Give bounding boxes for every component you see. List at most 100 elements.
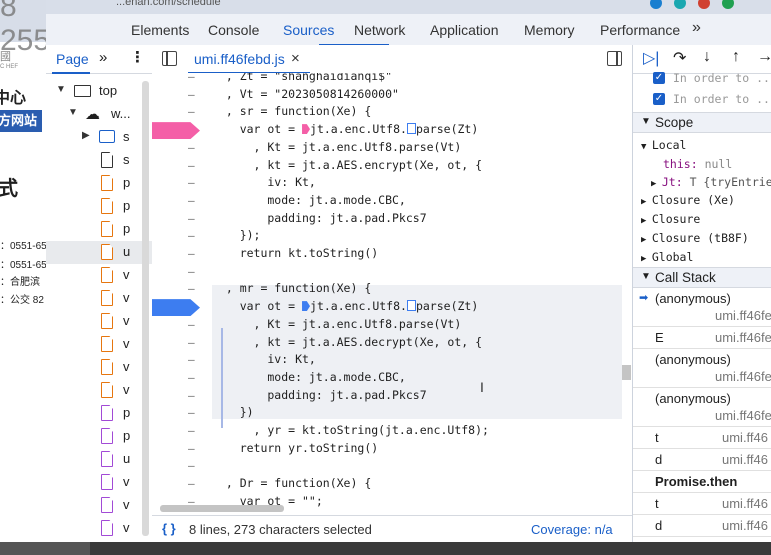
extension-icon[interactable] (674, 0, 686, 9)
tree-item-file[interactable]: v (46, 379, 152, 402)
inline-breakpoint-icon[interactable] (406, 300, 416, 312)
scope-global[interactable]: ▶ Global (641, 250, 693, 264)
tree-item-file[interactable]: v (46, 264, 152, 287)
tab-application[interactable]: Application (430, 22, 499, 38)
navigator-scrollbar[interactable] (142, 81, 149, 536)
gutter-line-marker[interactable]: – (188, 247, 195, 260)
callstack-location[interactable]: umi.ff46fe (715, 408, 771, 423)
gutter-line-marker[interactable]: – (188, 371, 195, 384)
callstack-section-header[interactable]: ▼ Call Stack (633, 267, 771, 288)
tab-memory[interactable]: Memory (524, 22, 575, 38)
scope-var-this[interactable]: this: null (663, 157, 732, 171)
gutter-line-marker[interactable]: – (188, 424, 195, 437)
gutter-line-marker[interactable]: – (188, 194, 195, 207)
more-panels-icon[interactable]: » (99, 49, 107, 66)
breakpoint-checkbox[interactable]: ✓ (653, 93, 665, 105)
callstack-location[interactable]: umi.ff46 (722, 430, 768, 445)
editor-file-tab[interactable]: umi.ff46febd.js (194, 51, 285, 67)
tree-item-domain[interactable]: ▼ ☁ w... (46, 103, 152, 126)
expand-arrow-icon[interactable]: ▼ (56, 84, 66, 95)
gutter-line-marker[interactable]: – (188, 353, 195, 366)
callstack-location[interactable]: umi.ff46 (722, 518, 768, 533)
callstack-frame[interactable]: d umi.ff46 (633, 448, 771, 471)
callstack-frame[interactable]: ➡ (anonymous) umi.ff46fe (633, 287, 771, 327)
tab-performance[interactable]: Performance (600, 22, 680, 38)
editor-vertical-scrollbar[interactable] (622, 365, 631, 380)
step-into-icon[interactable]: ↓ (703, 48, 711, 66)
gutter-line-marker[interactable]: – (188, 73, 195, 83)
tree-item-file[interactable]: p (46, 402, 152, 425)
gutter-line-marker[interactable]: – (188, 265, 195, 278)
tree-item-top[interactable]: ▼ top (46, 80, 152, 103)
editor-horizontal-scrollbar[interactable] (160, 505, 284, 512)
callstack-frame[interactable]: t umi.ff46 (633, 492, 771, 515)
inline-breakpoint-icon[interactable] (302, 301, 311, 312)
extension-icon[interactable] (650, 0, 662, 9)
tree-item-file[interactable]: v (46, 356, 152, 379)
expand-arrow-icon[interactable]: ▼ (68, 107, 78, 118)
tab-console[interactable]: Console (208, 22, 259, 38)
tree-item-file[interactable]: v (46, 287, 152, 310)
gutter-line-marker[interactable]: – (188, 176, 195, 189)
extension-icon[interactable] (698, 0, 710, 9)
resume-icon[interactable]: ▷| (643, 48, 659, 68)
inline-breakpoint-icon[interactable] (406, 123, 416, 135)
breakpoint-marker[interactable] (152, 299, 200, 317)
extension-icon[interactable] (722, 0, 734, 9)
callstack-location[interactable]: umi.ff46 (722, 496, 768, 511)
step-over-icon[interactable]: ↷ (673, 48, 686, 68)
gutter-line-marker[interactable]: – (188, 212, 195, 225)
tree-item-file[interactable]: v (46, 517, 152, 540)
pretty-print-icon[interactable]: { } (162, 521, 176, 536)
breakpoint-checkbox[interactable]: ✓ (653, 72, 665, 84)
gutter-line-marker[interactable]: – (188, 459, 195, 472)
gutter-line-marker[interactable]: – (188, 159, 195, 172)
callstack-frame[interactable]: d umi.ff46 (633, 514, 771, 537)
callstack-frame[interactable]: Eumi.ff46fe (633, 326, 771, 349)
tree-item-file[interactable]: p (46, 195, 152, 218)
scope-closure[interactable]: ▶ Closure (Xe) (641, 193, 735, 207)
gutter-line-marker[interactable]: – (188, 318, 195, 331)
scope-closure[interactable]: ▶ Closure (641, 212, 700, 226)
callstack-frame[interactable]: (anonymous) umi.ff46fe (633, 387, 771, 427)
gutter-line-marker[interactable]: – (188, 282, 195, 295)
gutter-line-marker[interactable]: – (188, 406, 195, 419)
gutter-line-marker[interactable]: – (188, 88, 195, 101)
collapse-arrow-icon[interactable]: ▶ (82, 130, 90, 141)
callstack-frame[interactable]: t umi.ff46 (633, 426, 771, 449)
gutter-line-marker[interactable]: – (188, 336, 195, 349)
gutter-line-marker[interactable]: – (188, 105, 195, 118)
breakpoint-marker[interactable] (152, 122, 200, 140)
browser-url[interactable]: ...enan.com/schedule (116, 0, 221, 8)
tab-network[interactable]: Network (354, 22, 405, 38)
toggle-debugger-icon[interactable] (607, 51, 622, 66)
tree-item-file[interactable]: p (46, 172, 152, 195)
tree-item-file[interactable]: v (46, 310, 152, 333)
scope-section-header[interactable]: ▼ Scope (633, 112, 771, 133)
gutter-line-marker[interactable]: – (188, 141, 195, 154)
toggle-navigator-icon[interactable] (162, 51, 177, 66)
tab-elements[interactable]: Elements (131, 22, 189, 38)
tree-item-file[interactable]: s (46, 149, 152, 172)
code-editor[interactable]: – , Zt = "shanghaidianqi$" – , Vt = "2023… (152, 73, 632, 515)
more-tabs-icon[interactable]: » (692, 19, 701, 37)
callstack-location[interactable]: umi.ff46fe (715, 369, 771, 384)
callstack-location[interactable]: umi.ff46fe (715, 308, 771, 323)
tree-item-folder[interactable]: ▶ s (46, 126, 152, 149)
scope-closure[interactable]: ▶ Closure (tB8F) (641, 231, 749, 245)
callstack-frame[interactable]: (anonymous) umi.ff46fe (633, 348, 771, 388)
gutter-line-marker[interactable]: – (188, 229, 195, 242)
callstack-location[interactable]: umi.ff46 (722, 452, 768, 467)
tree-item-file[interactable]: u (46, 241, 152, 264)
tree-item-file[interactable]: v (46, 494, 152, 517)
step-out-icon[interactable]: ↑ (732, 48, 740, 66)
step-icon[interactable]: → (757, 48, 771, 66)
tree-item-file[interactable]: u (46, 448, 152, 471)
callstack-frame[interactable]: Promise.then (633, 470, 771, 493)
gutter-line-marker[interactable]: – (188, 389, 195, 402)
tree-item-file[interactable]: p (46, 425, 152, 448)
tree-item-file[interactable]: v (46, 471, 152, 494)
coverage-status[interactable]: Coverage: n/a (531, 522, 613, 537)
gutter-line-marker[interactable]: – (188, 477, 195, 490)
callstack-location[interactable]: umi.ff46fe (715, 330, 771, 345)
